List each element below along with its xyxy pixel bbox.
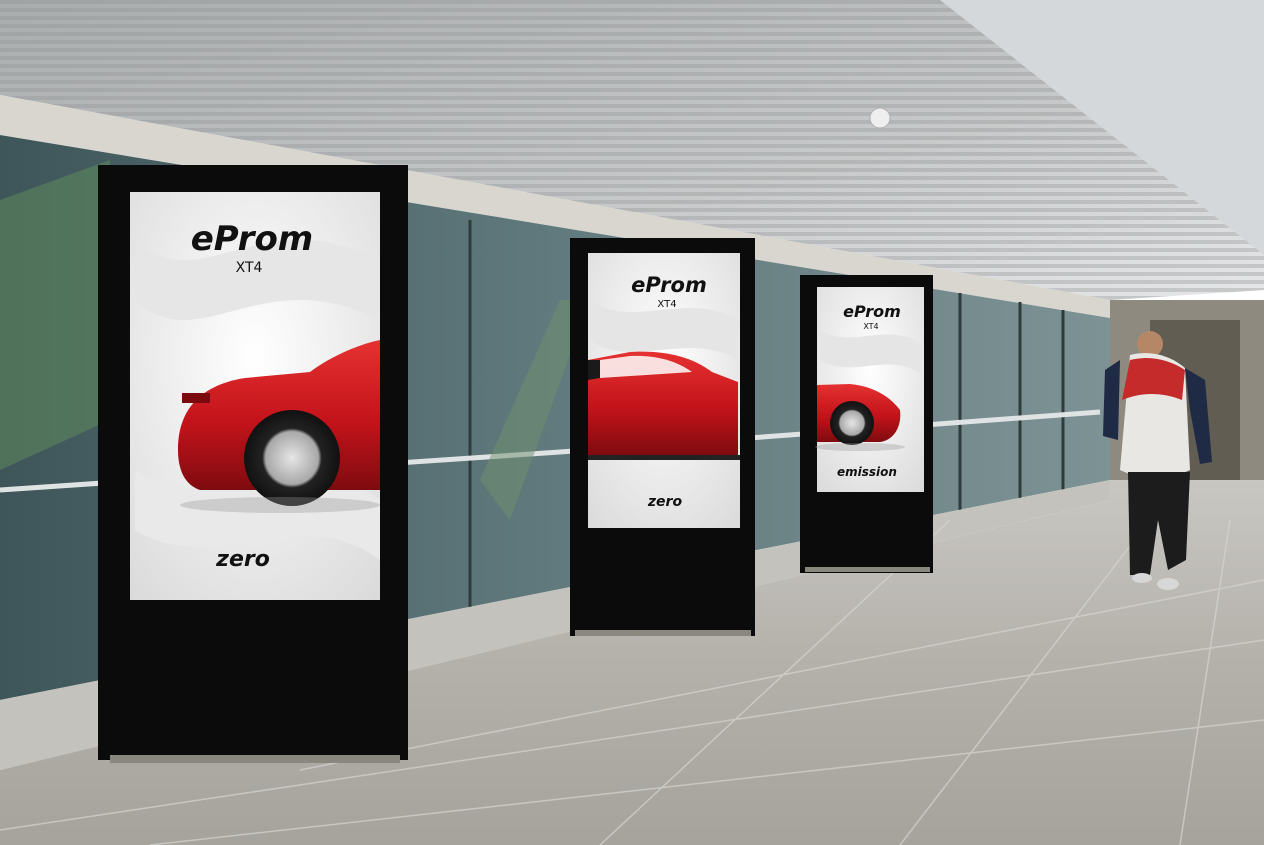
kiosk-1-brand: eProm: [191, 219, 314, 259]
photo-scene: eProm XT4 zero eProm XT4 zero eProm XT4 …: [0, 0, 1264, 845]
kiosk-2-tagline: zero: [647, 494, 683, 510]
kiosk-1-tagline: zero: [215, 547, 270, 572]
kiosk-3-tagline: emission: [837, 465, 897, 479]
kiosk-3-brand: eProm: [843, 302, 901, 321]
kiosk-2: [570, 238, 755, 636]
kiosk-3-model: XT4: [863, 322, 878, 331]
wheel-1: [244, 410, 340, 506]
wheel-3: [830, 401, 874, 445]
smoke-detector: [869, 107, 891, 129]
kiosk-1-model: XT4: [236, 260, 263, 276]
kiosk-2-brand: eProm: [631, 273, 707, 297]
kiosk-2-model: XT4: [657, 299, 676, 310]
